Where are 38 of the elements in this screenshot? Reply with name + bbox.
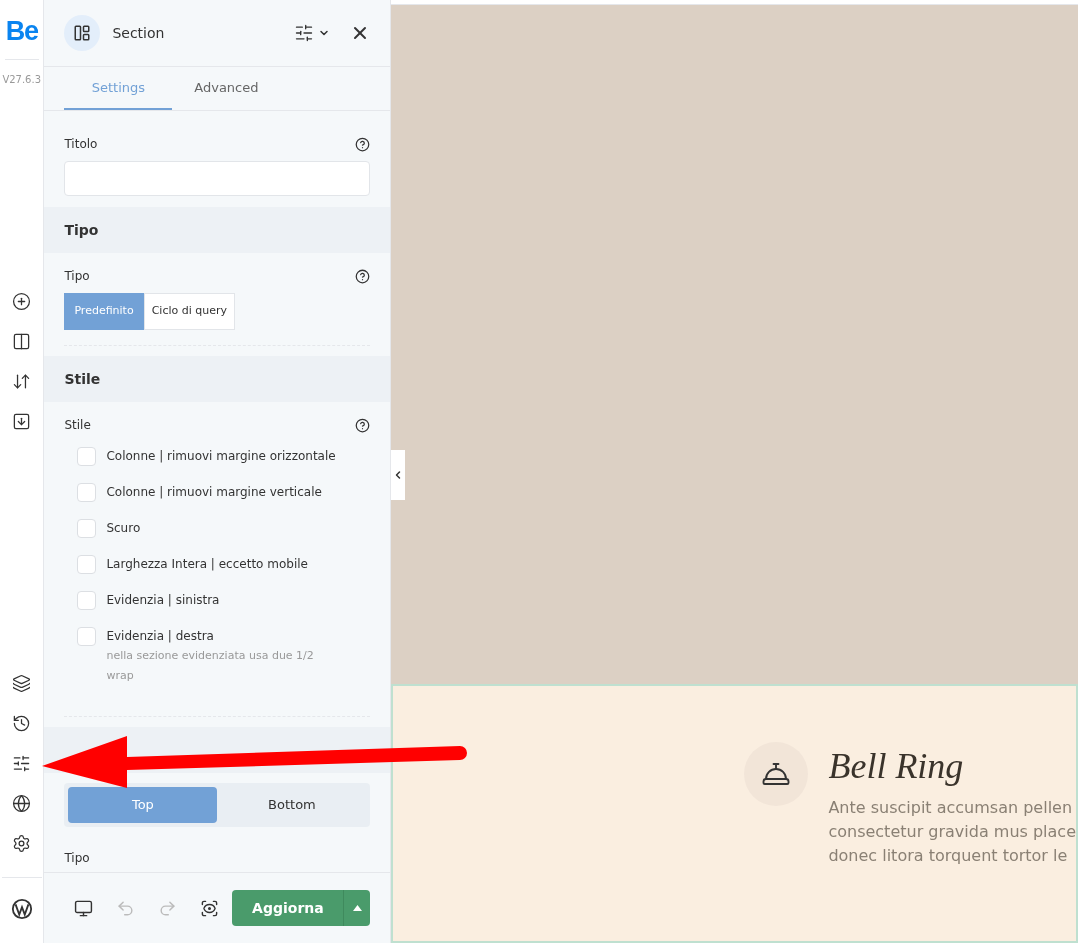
- help-icon[interactable]: [355, 136, 371, 152]
- help-icon[interactable]: [355, 417, 371, 433]
- sliders-icon[interactable]: [294, 23, 315, 43]
- field-label: Titolo: [64, 136, 98, 153]
- checkbox-label[interactable]: Colonne | rimuovi margine orizzontale: [106, 447, 336, 466]
- checkbox-label[interactable]: Evidenzia | destra: [106, 627, 342, 646]
- logo-icon[interactable]: [10, 898, 33, 920]
- checkbox[interactable]: [77, 555, 97, 574]
- section-header[interactable]: Tipo: [44, 207, 391, 253]
- title-input[interactable]: [64, 161, 371, 196]
- checkbox[interactable]: [77, 483, 97, 502]
- field-label: Tipo: [64, 268, 90, 285]
- option-note: nella sezione evidenziata usa due 1/2 wrap: [106, 648, 315, 684]
- version-label: V27.6.3: [2, 73, 42, 87]
- section-header[interactable]: Stile: [44, 356, 391, 402]
- checkbox-label[interactable]: Scuro: [106, 519, 141, 538]
- checkbox[interactable]: [77, 519, 97, 538]
- monitor-icon[interactable]: [73, 898, 93, 918]
- collapse-handle[interactable]: [391, 450, 406, 500]
- caret-icon[interactable]: [343, 890, 371, 926]
- checkbox[interactable]: [77, 591, 97, 610]
- section-icon: [64, 15, 101, 51]
- help-icon[interactable]: [355, 268, 371, 284]
- checkbox[interactable]: [77, 447, 97, 466]
- checkbox-label[interactable]: Colonne | rimuovi margine verticale: [106, 483, 322, 502]
- checkbox-label[interactable]: Larghezza Intera | eccetto mobile: [106, 555, 308, 574]
- feature-title: Bell Ring: [828, 745, 965, 788]
- logo[interactable]: Be: [5, 18, 38, 45]
- panel-title: Section: [112, 23, 165, 43]
- segment-option[interactable]: Ciclo di query: [143, 293, 235, 330]
- segment-option[interactable]: Bottom: [217, 787, 367, 823]
- eye-icon[interactable]: [199, 898, 219, 918]
- feature-text: Ante suscipit accumsan pellen consectetur gravida mus place donec litora torquent tortor le: [828, 797, 1076, 867]
- checkbox-label[interactable]: Evidenzia | sinistra: [106, 591, 220, 610]
- field-label: Tipo: [64, 851, 90, 865]
- checkbox[interactable]: [77, 627, 97, 646]
- tab[interactable]: Advanced: [172, 67, 281, 110]
- field-label: Stile: [64, 417, 91, 434]
